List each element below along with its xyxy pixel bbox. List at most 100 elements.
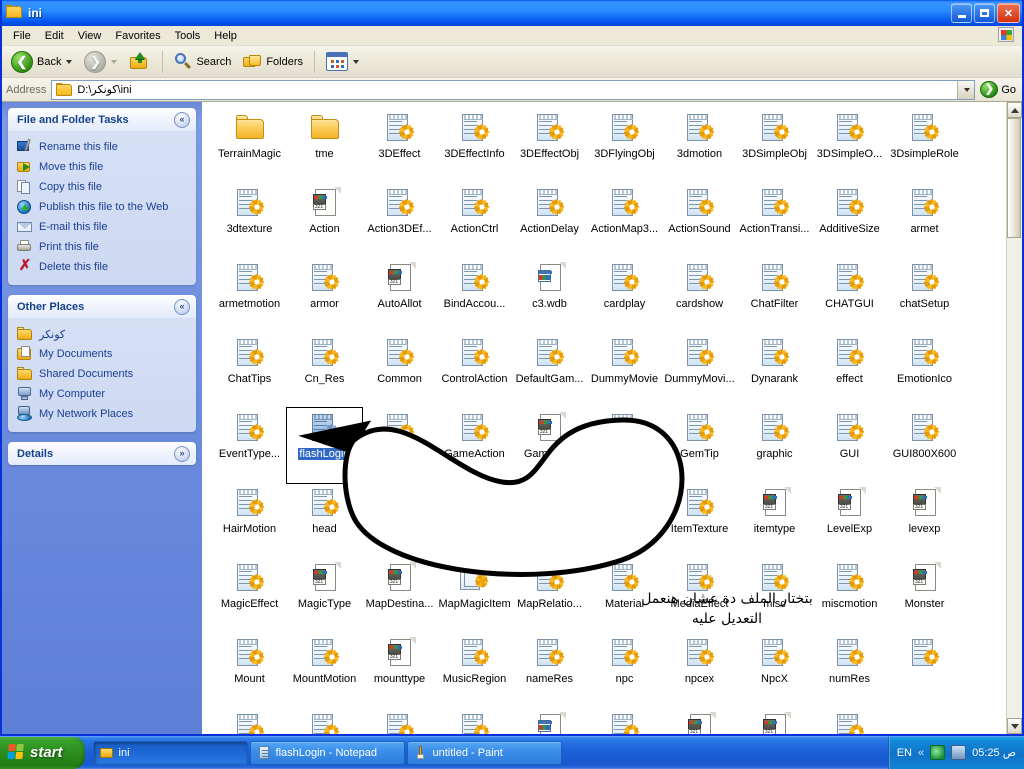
expand-chevron-down-icon[interactable]: » <box>174 446 190 462</box>
file-item[interactable]: 3dtexture <box>212 183 287 258</box>
collapse-chevron-up-icon[interactable]: « <box>174 112 190 128</box>
scroll-track[interactable] <box>1007 118 1022 718</box>
menu-item-edit[interactable]: Edit <box>38 28 71 44</box>
file-item[interactable]: Mount <box>212 633 287 708</box>
file-item[interactable]: 321 <box>737 708 812 734</box>
file-item[interactable]: ActionSound <box>662 183 737 258</box>
file-item[interactable]: itemprice <box>587 483 662 558</box>
task-print-this-file[interactable]: Print this file <box>17 237 192 257</box>
menu-item-tools[interactable]: Tools <box>168 28 208 44</box>
clock[interactable]: 05:25 ص <box>972 746 1016 759</box>
forward-chevron-down-icon[interactable] <box>111 60 117 64</box>
scroll-up-button[interactable] <box>1007 102 1022 118</box>
file-item[interactable]: 321itemrace <box>512 483 587 558</box>
address-input[interactable]: D:\كونكر\ini <box>51 80 975 100</box>
up-button[interactable] <box>124 49 156 75</box>
menu-item-help[interactable]: Help <box>207 28 244 44</box>
collapse-chevron-up-icon[interactable]: « <box>174 299 190 315</box>
file-item[interactable]: EmotionIco <box>887 333 962 408</box>
task-publish-this-file-to-the-web[interactable]: Publish this file to the Web <box>17 197 192 217</box>
file-item[interactable]: 321AutoAllot <box>362 258 437 333</box>
views-button[interactable] <box>321 49 364 75</box>
file-item[interactable] <box>812 708 887 734</box>
file-item[interactable]: Common <box>362 333 437 408</box>
file-item[interactable]: Action3DEf... <box>362 183 437 258</box>
file-item[interactable]: 321Monster <box>887 558 962 633</box>
taskbar-item-ini[interactable]: ini <box>93 741 248 765</box>
start-button[interactable]: start <box>0 737 85 769</box>
file-item[interactable]: 321itemtype <box>737 483 812 558</box>
file-item[interactable]: misc <box>737 558 812 633</box>
maximize-button[interactable] <box>974 3 995 23</box>
file-item[interactable]: armor <box>287 258 362 333</box>
taskbar-item-flashlogin-notepad[interactable]: flashLogin - Notepad <box>250 741 405 765</box>
file-item[interactable]: 3DSimpleO... <box>812 108 887 183</box>
file-item[interactable]: DummyMovi... <box>662 333 737 408</box>
place-my-documents[interactable]: My Documents <box>17 344 192 364</box>
file-item[interactable]: 3DFlyingObj <box>587 108 662 183</box>
file-item[interactable]: itemadd <box>437 483 512 558</box>
file-item[interactable]: miscmotion <box>812 558 887 633</box>
file-item[interactable]: Cn_Res <box>287 333 362 408</box>
file-item[interactable] <box>437 708 512 734</box>
file-item[interactable]: effect <box>812 333 887 408</box>
file-item[interactable]: GameAction <box>437 408 512 483</box>
places-panel-header[interactable]: Other Places « <box>8 295 196 318</box>
place-my-network-places[interactable]: My Network Places <box>17 404 192 424</box>
file-item[interactable]: Font <box>362 408 437 483</box>
file-item[interactable]: 321 <box>662 708 737 734</box>
file-item[interactable]: 321MapDestina... <box>362 558 437 633</box>
file-item[interactable]: Dynarank <box>737 333 812 408</box>
file-item[interactable]: MagicEffect <box>212 558 287 633</box>
vertical-scrollbar[interactable] <box>1006 102 1022 734</box>
details-panel-header[interactable]: Details » <box>8 442 196 465</box>
file-item[interactable]: Hint <box>362 483 437 558</box>
task-email-this-file[interactable]: E-mail this file <box>17 217 192 237</box>
file-item[interactable]: MusicRegion <box>437 633 512 708</box>
file-item[interactable]: cardplay <box>587 258 662 333</box>
file-item[interactable]: cardshow <box>662 258 737 333</box>
file-item[interactable]: GemTip <box>662 408 737 483</box>
scroll-thumb[interactable] <box>1007 118 1021 238</box>
menu-item-favorites[interactable]: Favorites <box>108 28 167 44</box>
file-item[interactable]: DummyMovie <box>587 333 662 408</box>
file-item[interactable]: ItemTexture <box>662 483 737 558</box>
file-item[interactable]: NpcX <box>737 633 812 708</box>
forward-button[interactable]: ❯ <box>79 49 122 75</box>
file-item[interactable]: 321MagicType <box>287 558 362 633</box>
file-item[interactable]: ActionTransi... <box>737 183 812 258</box>
file-item[interactable]: CHATGUI <box>812 258 887 333</box>
file-item[interactable] <box>287 708 362 734</box>
file-item[interactable]: ActionCtrl <box>437 183 512 258</box>
file-item[interactable] <box>587 708 662 734</box>
file-item[interactable]: MountMotion <box>287 633 362 708</box>
file-item[interactable]: GUI800X600 <box>887 408 962 483</box>
volume-icon[interactable] <box>930 745 945 760</box>
file-item[interactable]: 321mounttype <box>362 633 437 708</box>
file-item[interactable]: TerrainMagic <box>212 108 287 183</box>
file-item[interactable]: 3DEffectInfo <box>437 108 512 183</box>
file-item[interactable]: Material <box>587 558 662 633</box>
close-button[interactable]: ✕ <box>997 3 1020 23</box>
file-item[interactable]: MapMagicItem <box>437 558 512 633</box>
tasks-panel-header[interactable]: File and Folder Tasks « <box>8 108 196 131</box>
file-item[interactable]: HairMotion <box>212 483 287 558</box>
file-item[interactable]: AdditiveSize <box>812 183 887 258</box>
file-item[interactable]: GUI <box>812 408 887 483</box>
taskbar-item-untitled-paint[interactable]: untitled - Paint <box>407 741 562 765</box>
search-button[interactable]: Search <box>169 49 236 75</box>
file-item[interactable]: MediaEffect <box>662 558 737 633</box>
file-item[interactable]: npcex <box>662 633 737 708</box>
file-item[interactable]: EventType... <box>212 408 287 483</box>
go-button[interactable]: ❯ Go <box>978 81 1022 98</box>
file-item[interactable]: 3dmotion <box>662 108 737 183</box>
file-item[interactable] <box>887 633 962 708</box>
file-item[interactable]: BindAccou... <box>437 258 512 333</box>
minimize-button[interactable] <box>951 3 972 23</box>
network-icon[interactable] <box>951 745 966 760</box>
tray-expand-chevron-icon[interactable]: « <box>918 747 924 759</box>
file-item[interactable] <box>212 708 287 734</box>
file-item[interactable]: DefaultGam... <box>512 333 587 408</box>
file-item[interactable]: flashLogin <box>287 408 362 483</box>
file-item[interactable]: npc <box>587 633 662 708</box>
